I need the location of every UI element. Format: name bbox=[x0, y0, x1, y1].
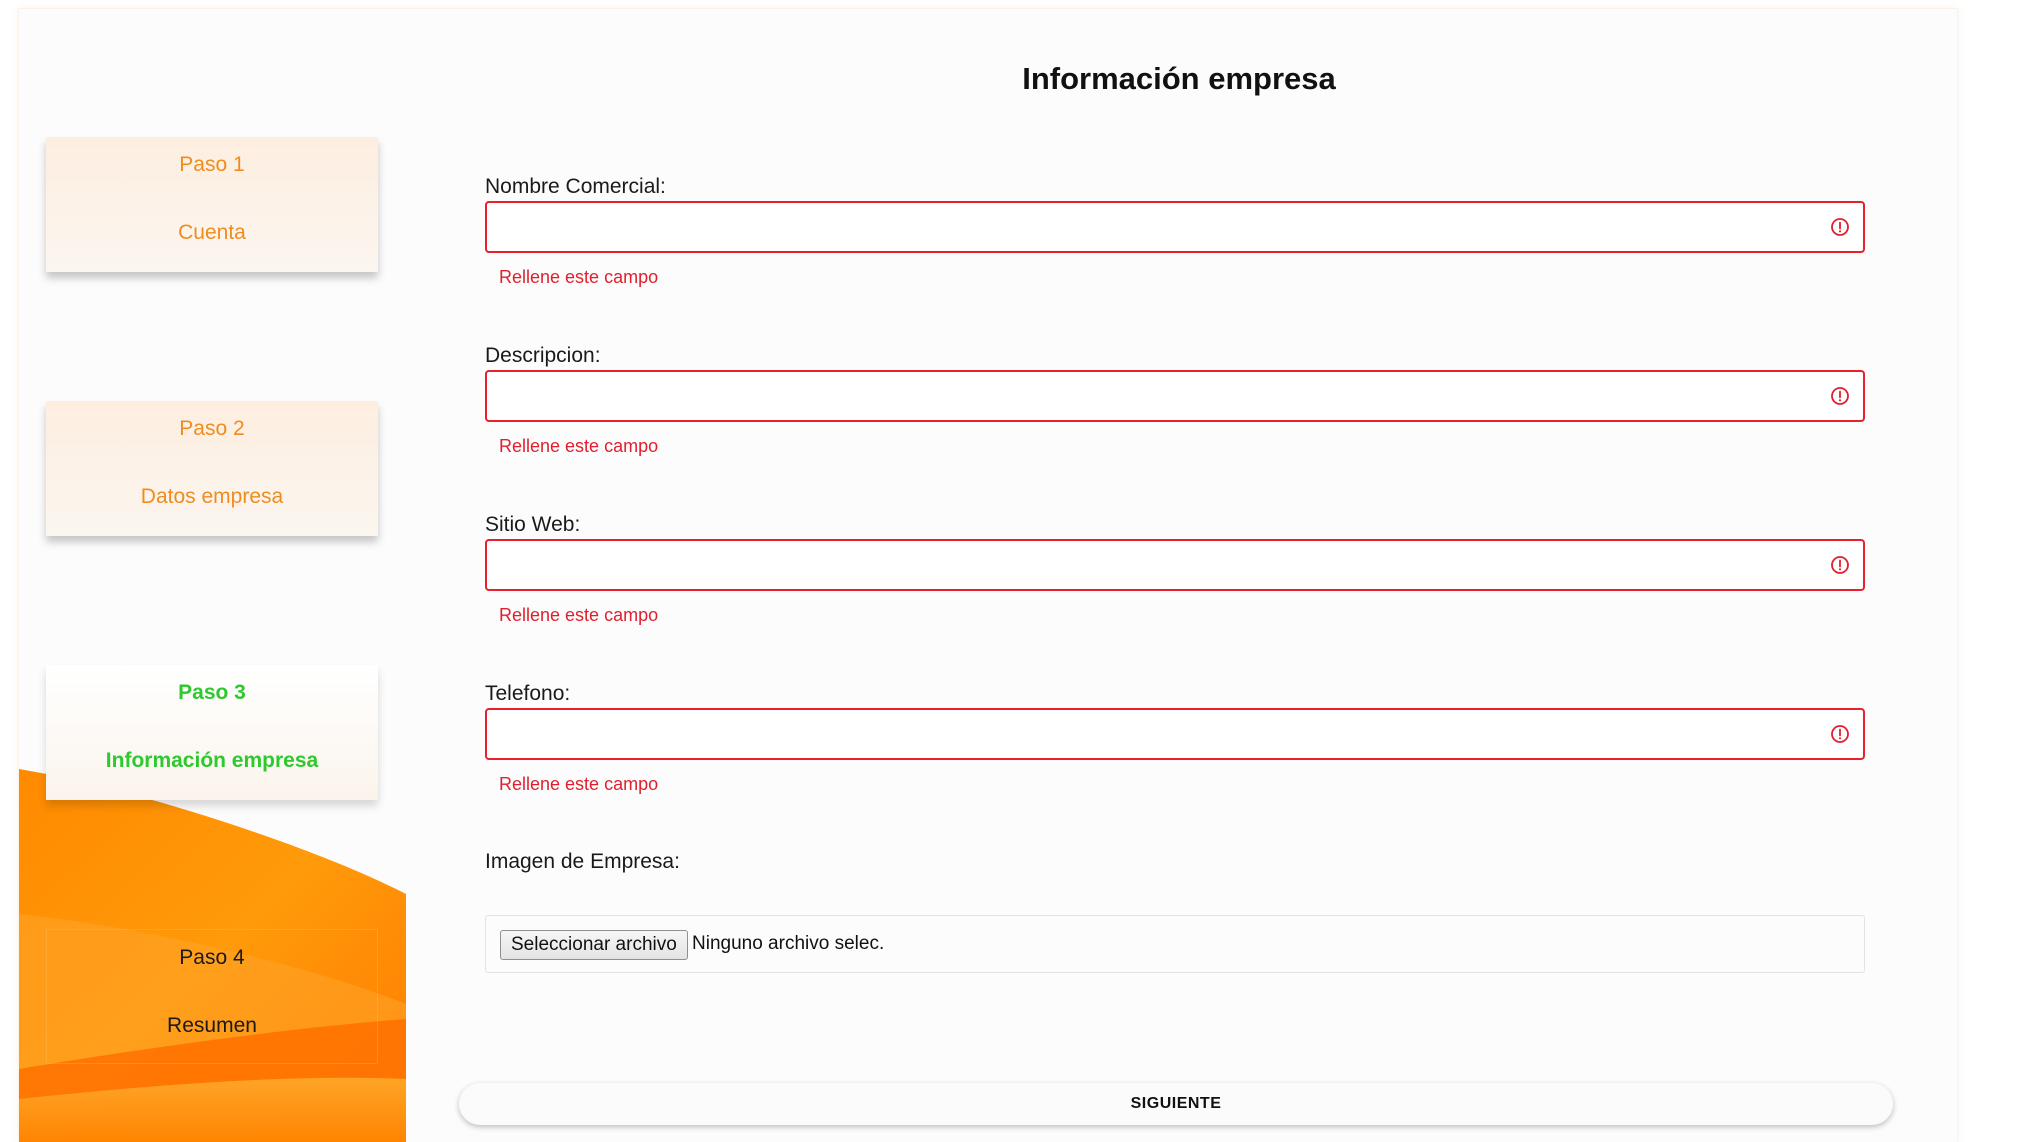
descripcion-label: Descripcion: bbox=[485, 344, 601, 367]
file-status-text: Ninguno archivo selec. bbox=[692, 933, 885, 954]
steps-sidebar: Paso 1 Cuenta Paso 2 Datos empresa Paso … bbox=[19, 9, 406, 1142]
sitio-web-label: Sitio Web: bbox=[485, 513, 581, 536]
step-1-card[interactable]: Paso 1 Cuenta bbox=[46, 137, 378, 272]
form-title: Información empresa bbox=[1022, 61, 1336, 96]
siguiente-button[interactable]: SIGUIENTE bbox=[459, 1083, 1893, 1125]
step-1-number: Paso 1 bbox=[179, 153, 245, 176]
step-2-card[interactable]: Paso 2 Datos empresa bbox=[46, 401, 378, 536]
step-2-name: Datos empresa bbox=[140, 485, 284, 508]
step-2-number: Paso 2 bbox=[179, 417, 245, 440]
alert-circle-icon bbox=[1831, 725, 1849, 743]
wizard-card: Paso 1 Cuenta Paso 2 Datos empresa Paso … bbox=[18, 8, 1958, 1142]
nombre-comercial-label: Nombre Comercial: bbox=[485, 175, 666, 198]
select-file-button[interactable]: Seleccionar archivo bbox=[500, 930, 688, 960]
telefono-label: Telefono: bbox=[485, 682, 571, 705]
step-4-name: Resumen bbox=[167, 1014, 257, 1037]
descripcion-error: Rellene este campo bbox=[499, 436, 659, 456]
alert-circle-icon bbox=[1831, 387, 1849, 405]
sitio-web-input[interactable] bbox=[485, 539, 1865, 591]
nombre-comercial-error: Rellene este campo bbox=[499, 267, 659, 287]
descripcion-input[interactable] bbox=[485, 370, 1865, 422]
step-3-card[interactable]: Paso 3 Información empresa bbox=[46, 665, 378, 800]
alert-circle-icon bbox=[1831, 218, 1849, 236]
imagen-empresa-label: Imagen de Empresa: bbox=[485, 850, 680, 873]
step-3-name: Información empresa bbox=[105, 749, 319, 772]
step-3-number: Paso 3 bbox=[178, 681, 246, 704]
sitio-web-error: Rellene este campo bbox=[499, 605, 659, 625]
nombre-comercial-input[interactable] bbox=[485, 201, 1865, 253]
page: Paso 1 Cuenta Paso 2 Datos empresa Paso … bbox=[0, 0, 2036, 1142]
telefono-error: Rellene este campo bbox=[499, 774, 659, 794]
step-4-card[interactable]: Paso 4 Resumen bbox=[46, 929, 378, 1064]
telefono-input[interactable] bbox=[485, 708, 1865, 760]
step-4-number: Paso 4 bbox=[179, 946, 245, 969]
alert-circle-icon bbox=[1831, 556, 1849, 574]
imagen-empresa-file-input[interactable]: Seleccionar archivo Ninguno archivo sele… bbox=[485, 915, 1865, 973]
step-1-name: Cuenta bbox=[178, 221, 246, 244]
